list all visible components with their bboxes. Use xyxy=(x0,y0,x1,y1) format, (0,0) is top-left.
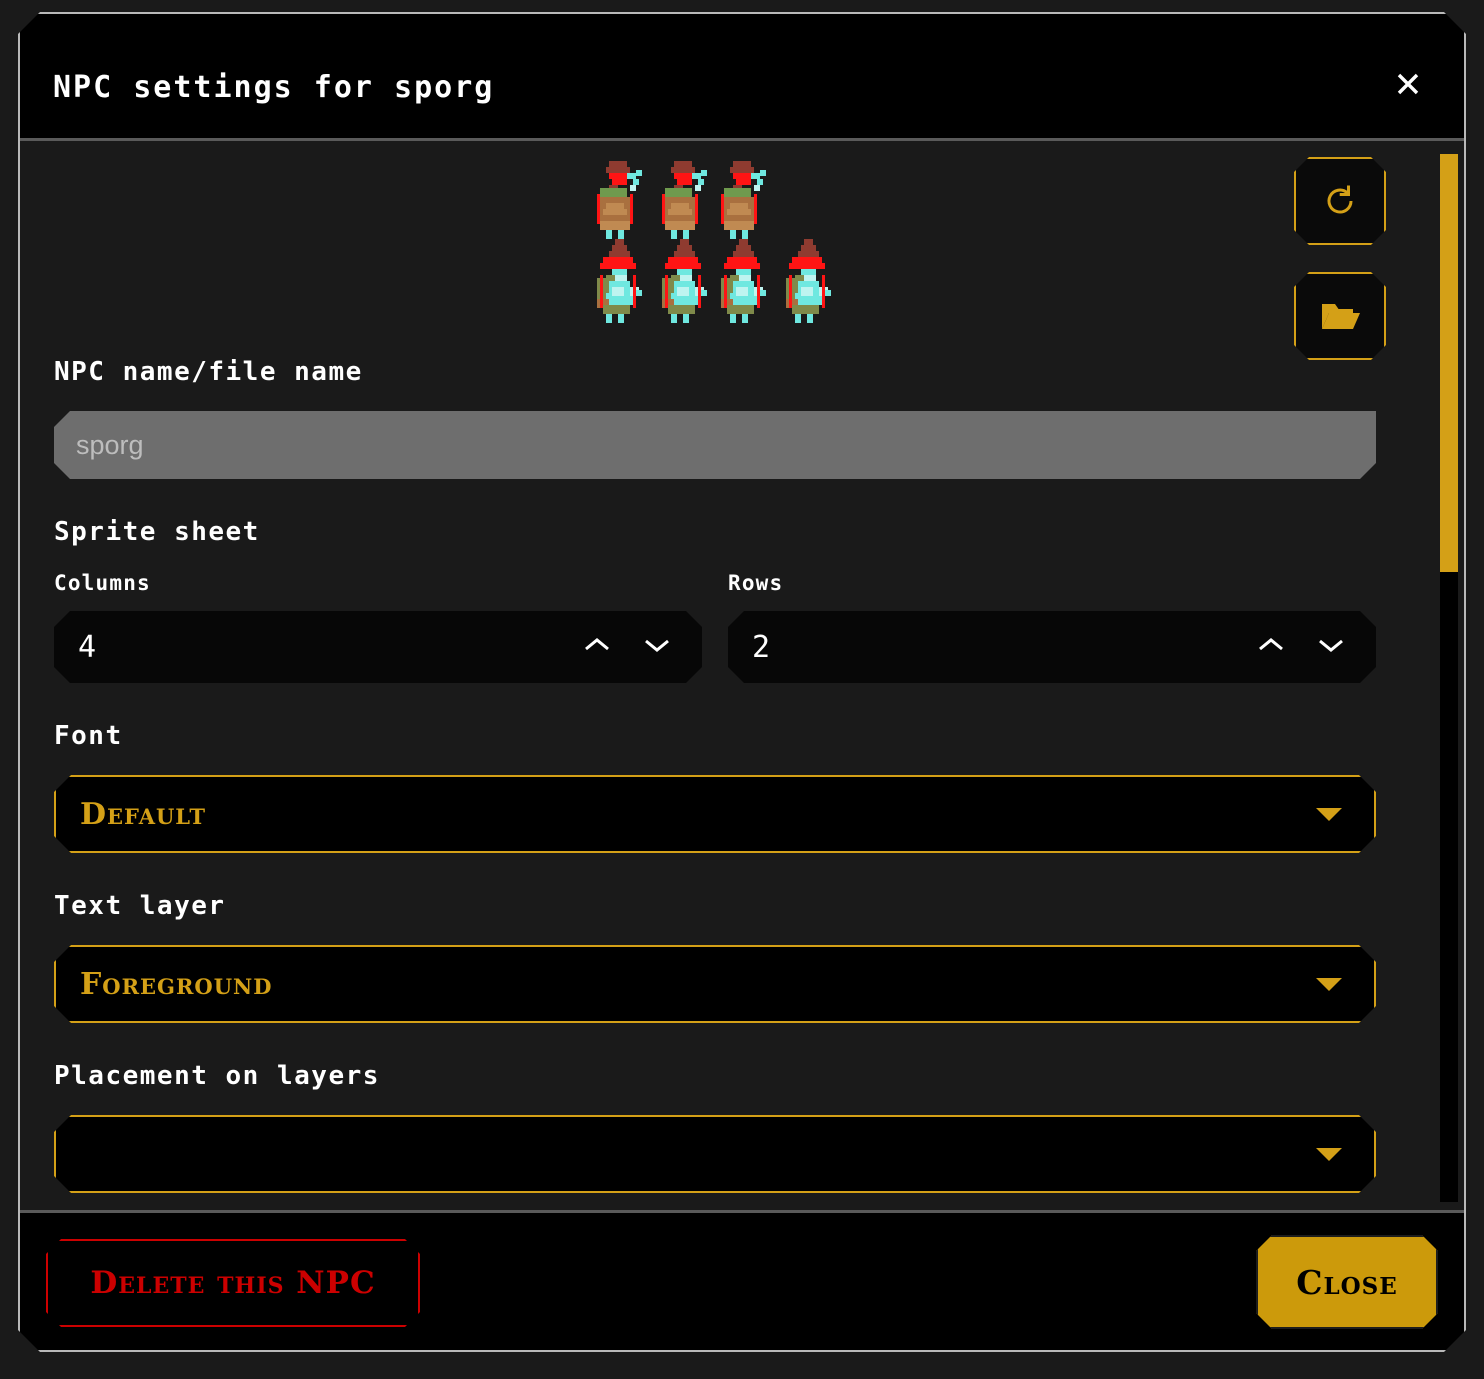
caret-down-icon xyxy=(1314,805,1374,823)
dialog-header: NPC settings for sporg xyxy=(20,14,1464,141)
font-select[interactable]: Default xyxy=(54,775,1376,853)
columns-field-group: Columns 4 xyxy=(54,571,702,683)
rows-stepper[interactable]: 2 xyxy=(728,611,1376,683)
close-x-icon[interactable] xyxy=(1388,64,1428,104)
caret-down-icon xyxy=(1314,1145,1374,1163)
sprite-actions xyxy=(1294,157,1386,360)
sprite-sheet-section-label: Sprite sheet xyxy=(54,517,260,547)
settings-scrollbar-track[interactable] xyxy=(1440,154,1458,1202)
sprite-frame xyxy=(715,155,777,239)
refresh-icon xyxy=(1321,182,1359,220)
font-label: Font xyxy=(54,721,123,751)
settings-scrollbar-thumb[interactable] xyxy=(1440,154,1458,572)
text-layer-select[interactable]: Foreground xyxy=(54,945,1376,1023)
close-button-label: Close xyxy=(1296,1262,1398,1302)
sprite-frame xyxy=(777,239,839,323)
npc-settings-dialog: NPC settings for sporg NPC name/file nam… xyxy=(18,12,1466,1352)
dialog-title: NPC settings for sporg xyxy=(53,70,495,105)
refresh-sprite-button[interactable] xyxy=(1294,157,1386,245)
rows-field-group: Rows 2 xyxy=(728,571,1376,683)
columns-label: Columns xyxy=(54,571,151,595)
placement-on-layers-select[interactable] xyxy=(54,1115,1376,1193)
delete-npc-button[interactable]: Delete this NPC xyxy=(46,1239,420,1327)
font-selected-value: Default xyxy=(80,796,206,832)
dialog-footer: Delete this NPC Close xyxy=(20,1210,1464,1350)
sprite-frame xyxy=(777,155,839,239)
columns-value: 4 xyxy=(78,629,97,665)
rows-stepper-arrows xyxy=(1256,635,1376,659)
npc-name-placeholder: sporg xyxy=(76,429,144,460)
chevron-up-icon[interactable] xyxy=(1256,635,1286,659)
close-button[interactable]: Close xyxy=(1256,1235,1438,1329)
sprite-sheet-grid xyxy=(591,155,839,323)
sprite-preview xyxy=(54,155,1376,323)
sprite-sheet-fields: Columns 4 Rows 2 xyxy=(54,571,1376,683)
sprite-frame xyxy=(591,239,653,323)
settings-scroll-area: NPC name/file name sporg Sprite sheet Co… xyxy=(20,141,1464,1210)
sprite-preview-row xyxy=(54,141,1376,357)
caret-down-icon xyxy=(1314,975,1374,993)
npc-name-input[interactable]: sporg xyxy=(54,411,1376,479)
placement-on-layers-label: Placement on layers xyxy=(54,1061,380,1091)
delete-npc-label: Delete this NPC xyxy=(90,1265,376,1301)
rows-label: Rows xyxy=(728,571,784,595)
sprite-frame xyxy=(715,239,777,323)
open-folder-icon xyxy=(1319,298,1361,334)
rows-value: 2 xyxy=(752,629,771,665)
chevron-down-icon[interactable] xyxy=(1316,635,1346,659)
open-sprite-file-button[interactable] xyxy=(1294,272,1386,360)
settings-content: NPC name/file name sporg Sprite sheet Co… xyxy=(20,141,1410,1210)
columns-stepper[interactable]: 4 xyxy=(54,611,702,683)
text-layer-selected-value: Foreground xyxy=(80,966,273,1002)
chevron-down-icon[interactable] xyxy=(642,635,672,659)
chevron-up-icon[interactable] xyxy=(582,635,612,659)
dialog-body: NPC name/file name sporg Sprite sheet Co… xyxy=(20,141,1464,1210)
sprite-frame xyxy=(653,155,715,239)
npc-name-label: NPC name/file name xyxy=(54,357,363,387)
columns-stepper-arrows xyxy=(582,635,702,659)
sprite-frame xyxy=(591,155,653,239)
text-layer-label: Text layer xyxy=(54,891,226,921)
sprite-frame xyxy=(653,239,715,323)
